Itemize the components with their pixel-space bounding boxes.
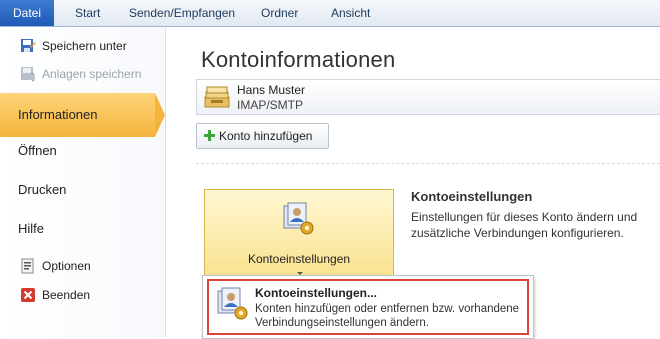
section-title: Kontoeinstellungen: [411, 189, 533, 204]
nav-drucken[interactable]: Drucken: [18, 176, 66, 204]
add-account-button[interactable]: Konto hinzufügen: [196, 123, 329, 149]
options-label: Optionen: [42, 259, 91, 273]
options-icon: [21, 258, 34, 274]
account-type: IMAP/SMTP: [237, 98, 304, 112]
nav-active-arrow: [155, 93, 165, 137]
tab-ansicht[interactable]: Ansicht: [331, 0, 370, 26]
section-description: Einstellungen für dieses Konto ändern un…: [411, 210, 638, 240]
backstage-sidebar: Speichern unter Anlagen speichern Inform…: [0, 27, 166, 337]
tab-start[interactable]: Start: [75, 0, 100, 26]
save-as-label: Speichern unter: [42, 39, 127, 53]
plus-icon: [204, 130, 215, 141]
close-icon: [21, 288, 35, 302]
account-selector[interactable]: Hans Muster IMAP/SMTP: [196, 79, 660, 115]
menu-item-description: Konten hinzufügen oder entfernen bzw. vo…: [255, 303, 520, 329]
nav-oeffnen[interactable]: Öffnen: [18, 137, 57, 165]
tab-ordner[interactable]: Ordner: [261, 0, 298, 26]
nav-hilfe[interactable]: Hilfe: [18, 215, 44, 243]
account-settings-icon: [283, 202, 314, 235]
menu-item-title: Kontoeinstellungen...: [255, 286, 377, 300]
save-attachments-icon: [21, 67, 35, 82]
account-settings-icon: [217, 287, 248, 320]
tab-senden-empfangen[interactable]: Senden/Empfangen: [129, 0, 235, 26]
account-settings-dropdown: Kontoeinstellungen... Konten hinzufügen …: [202, 275, 534, 339]
mailbox-icon: [204, 86, 230, 108]
save-attachments-label: Anlagen speichern: [42, 67, 142, 81]
section-divider: [196, 163, 660, 164]
account-name: Hans Muster: [237, 83, 306, 97]
account-settings-menu-item[interactable]: Kontoeinstellungen... Konten hinzufügen …: [207, 279, 529, 335]
exit-label: Beenden: [42, 288, 91, 302]
save-as-icon: [21, 39, 36, 52]
page-title: Kontoinformationen: [201, 47, 396, 72]
account-settings-label: Kontoeinstellungen: [247, 252, 351, 266]
ribbon-tab-bar: Datei Start Senden/Empfangen Ordner Ansi…: [0, 0, 660, 27]
nav-informationen[interactable]: Informationen: [18, 93, 98, 137]
add-account-label: Konto hinzufügen: [219, 129, 313, 143]
tab-datei[interactable]: Datei: [0, 0, 54, 26]
